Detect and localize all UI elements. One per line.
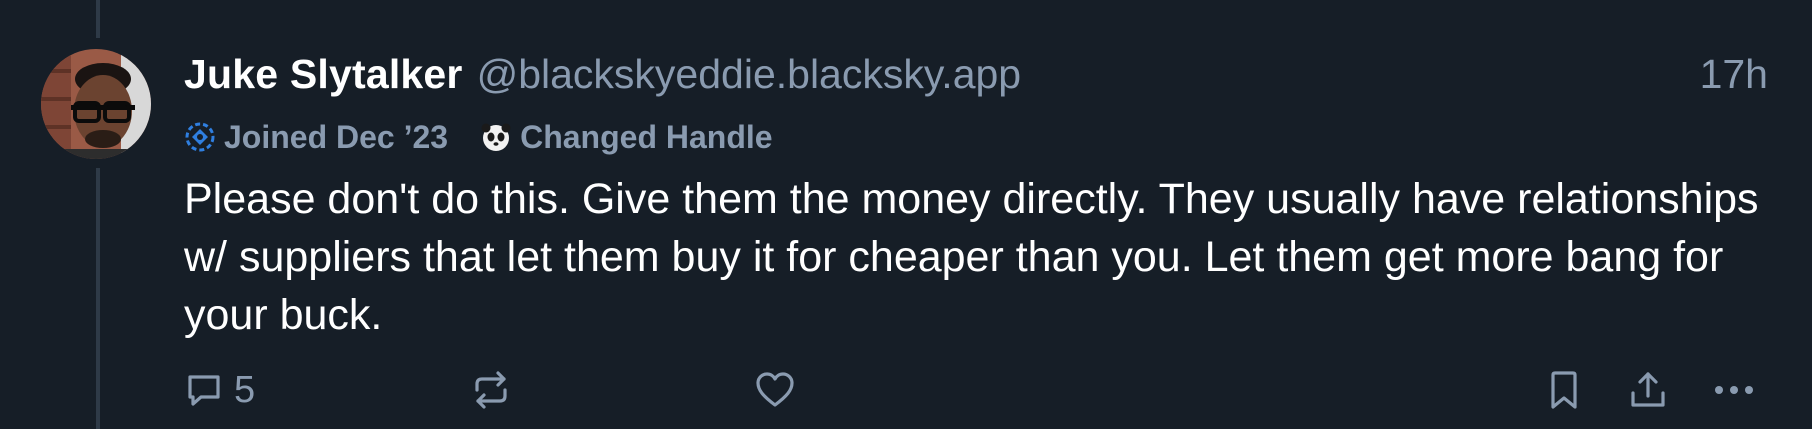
- author-handle[interactable]: @blackskyeddie.blacksky.app: [477, 51, 1022, 98]
- badge-joined-label: Joined Dec ’23: [224, 118, 449, 155]
- profile-badges: Joined Dec ’23 Changed Handle: [184, 117, 773, 157]
- author-row: Juke Slytalker @blackskyeddie.blacksky.a…: [184, 46, 1021, 102]
- share-button[interactable]: [1628, 362, 1668, 418]
- bookmark-icon: [1544, 369, 1584, 411]
- repost-button[interactable]: [470, 362, 512, 418]
- more-options-button[interactable]: [1712, 362, 1756, 418]
- post-timestamp[interactable]: 17h: [1700, 46, 1768, 102]
- reply-count: 5: [234, 368, 256, 411]
- post-actions: 5: [0, 362, 1812, 418]
- share-icon: [1628, 369, 1668, 411]
- avatar[interactable]: [41, 49, 151, 159]
- panda-icon: [480, 121, 512, 153]
- like-button[interactable]: [754, 362, 796, 418]
- avatar-photo: [41, 49, 151, 159]
- thread-line-top: [96, 0, 100, 38]
- reply-button[interactable]: 5: [184, 362, 255, 418]
- bookmark-button[interactable]: [1544, 362, 1584, 418]
- post-text: Please don't do this. Give them the mone…: [184, 175, 1759, 339]
- badge-joined: Joined Dec ’23: [184, 119, 448, 156]
- author-display-name[interactable]: Juke Slytalker: [184, 51, 463, 98]
- like-icon: [754, 370, 796, 410]
- repost-icon: [470, 370, 512, 410]
- badge-changed-handle-label: Changed Handle: [520, 118, 773, 155]
- more-icon: [1712, 370, 1756, 410]
- reply-icon: [184, 370, 224, 410]
- blacksky-icon: [184, 121, 216, 153]
- badge-changed-handle: Changed Handle: [480, 118, 773, 156]
